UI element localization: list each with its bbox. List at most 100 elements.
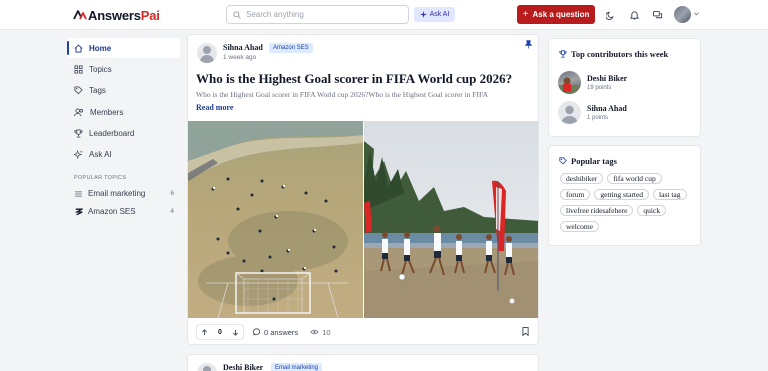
contributor-avatar[interactable] — [558, 101, 581, 124]
chevron-down-icon[interactable] — [694, 12, 699, 16]
search-icon — [233, 10, 241, 19]
search-input[interactable] — [246, 10, 396, 19]
pin-icon — [525, 40, 532, 49]
question-card[interactable]: Deshi Biker Email marketing — [187, 354, 539, 371]
popular-topics-heading: POPULAR TOPICS — [74, 174, 127, 181]
logo-mark-icon — [73, 10, 87, 20]
sidebar-item-home[interactable]: Home — [67, 38, 180, 58]
sparkle-icon — [74, 150, 83, 160]
sidebar-item-label: Leaderboard — [89, 129, 135, 139]
logo[interactable]: AnswersPai — [73, 7, 160, 23]
vote-control: 0 — [196, 324, 244, 340]
ask-question-button[interactable]: + Ask a question — [517, 5, 595, 24]
views-value: 10 — [322, 327, 331, 337]
user-avatar[interactable] — [674, 6, 691, 23]
list-icon — [74, 191, 83, 197]
tag-chip[interactable]: welcome — [560, 221, 600, 232]
sidebar-item-topics[interactable]: Topics — [67, 59, 180, 79]
comment-icon — [253, 328, 261, 336]
tag-chip[interactable]: livefree ridesafehere — [560, 205, 634, 216]
moon-icon — [605, 11, 614, 20]
sidebar-item-members[interactable]: Members — [67, 102, 180, 122]
beach-players-image — [364, 121, 538, 318]
arrow-up-icon[interactable] — [201, 328, 208, 336]
tag-chip[interactable]: fifa world cup — [607, 173, 662, 184]
answers-count: 0 answers — [264, 327, 299, 337]
amazon-ses-logo-icon — [74, 208, 83, 216]
ask-ai-button[interactable]: Ask AI — [414, 7, 455, 22]
author-name[interactable]: Deshi Biker — [223, 363, 263, 371]
post-image-beach-football-players[interactable] — [364, 121, 538, 318]
users-icon — [74, 108, 84, 116]
beach-aerial-image — [188, 121, 363, 318]
topic-badge[interactable]: Email marketing — [271, 363, 323, 371]
vote-count: 0 — [218, 328, 222, 336]
panel-title: Top contributors this week — [571, 49, 669, 59]
left-sidebar: Home Topics Tags Members Leaderboard Ask… — [67, 38, 180, 221]
contributor-avatar[interactable] — [558, 71, 581, 94]
messages-button[interactable] — [652, 9, 664, 21]
contributor-item[interactable]: Deshi Biker 19 points — [558, 71, 627, 94]
tag-chip[interactable]: forum — [560, 189, 591, 200]
grid-icon — [74, 65, 83, 74]
logo-text-accent: Pai — [140, 7, 160, 23]
tag-chip[interactable]: getting started — [594, 189, 650, 200]
contributor-item[interactable]: Sihna Ahad 1 points — [558, 101, 627, 124]
ask-ai-label: Ask AI — [429, 11, 450, 18]
tag-chip[interactable]: last tag — [653, 189, 687, 200]
logo-text-prefix: Answers — [88, 7, 141, 23]
question-excerpt: Who is the Highest Goal scorer in FIFA W… — [196, 90, 489, 99]
tag-icon — [74, 86, 83, 95]
post-time: 1 week ago — [223, 54, 257, 61]
tag-chip[interactable]: deshibiker — [560, 173, 604, 184]
home-icon — [74, 43, 83, 53]
panel-title: Popular tags — [571, 156, 617, 166]
plus-icon: + — [522, 9, 529, 20]
bookmark-icon[interactable] — [522, 327, 529, 336]
contributor-points: 1 points — [587, 115, 609, 121]
trophy-icon — [74, 129, 83, 138]
sidebar-item-tags[interactable]: Tags — [67, 81, 180, 101]
topic-badge[interactable]: Amazon SES — [269, 43, 313, 53]
question-title[interactable]: Who is the Highest Goal scorer in FIFA W… — [196, 71, 512, 87]
topic-count: 6 — [170, 190, 174, 198]
chat-icon — [653, 10, 663, 18]
top-contributors-panel: Top contributors this week Deshi Biker 1… — [548, 38, 701, 137]
sidebar-item-label: Ask AI — [89, 150, 112, 160]
trophy-icon — [559, 50, 567, 58]
sidebar-item-label: Members — [90, 107, 124, 117]
contributor-name[interactable]: Sihna Ahad — [587, 104, 627, 113]
notifications-button[interactable] — [628, 9, 640, 21]
bell-icon — [629, 11, 639, 20]
arrow-down-icon[interactable] — [232, 329, 239, 336]
topic-item-email-marketing[interactable]: Email marketing 6 — [67, 185, 180, 203]
author-name[interactable]: Sihna Ahad — [223, 43, 263, 52]
topic-label: Amazon SES — [88, 207, 136, 217]
top-header: AnswersPai Ask AI + Ask a question — [0, 0, 768, 30]
theme-toggle-button[interactable] — [604, 9, 616, 21]
post-image-aerial-beach-football[interactable] — [188, 121, 363, 318]
eye-icon — [310, 329, 319, 335]
read-more-link[interactable]: Read more — [196, 103, 233, 112]
search-box[interactable] — [226, 5, 409, 24]
contributor-name[interactable]: Deshi Biker — [587, 74, 627, 83]
answers-link[interactable]: 0 answers — [253, 328, 298, 337]
topic-item-amazon-ses[interactable]: Amazon SES 4 — [67, 203, 180, 221]
author-avatar[interactable] — [197, 43, 217, 63]
popular-tags-panel: Popular tags deshibiker fifa world cup f… — [548, 145, 701, 246]
contributor-points: 19 points — [587, 85, 612, 91]
author-avatar[interactable] — [197, 363, 217, 371]
ask-question-label: Ask a question — [532, 10, 590, 19]
sidebar-item-leaderboard[interactable]: Leaderboard — [67, 124, 180, 144]
tag-list: deshibiker fifa world cup forum getting … — [560, 173, 695, 232]
tag-chip[interactable]: quick — [637, 205, 667, 216]
question-card[interactable]: Sihna Ahad Amazon SES 1 week ago Who is … — [187, 34, 539, 345]
tag-icon — [559, 157, 567, 165]
sidebar-item-label: Tags — [89, 86, 106, 96]
topic-label: Email marketing — [88, 189, 146, 199]
sidebar-item-ask-ai[interactable]: Ask AI — [67, 145, 180, 165]
sidebar-item-label: Home — [89, 43, 112, 53]
sparkle-icon — [419, 11, 427, 18]
views-count: 10 — [310, 327, 331, 337]
topic-count: 4 — [170, 208, 174, 216]
